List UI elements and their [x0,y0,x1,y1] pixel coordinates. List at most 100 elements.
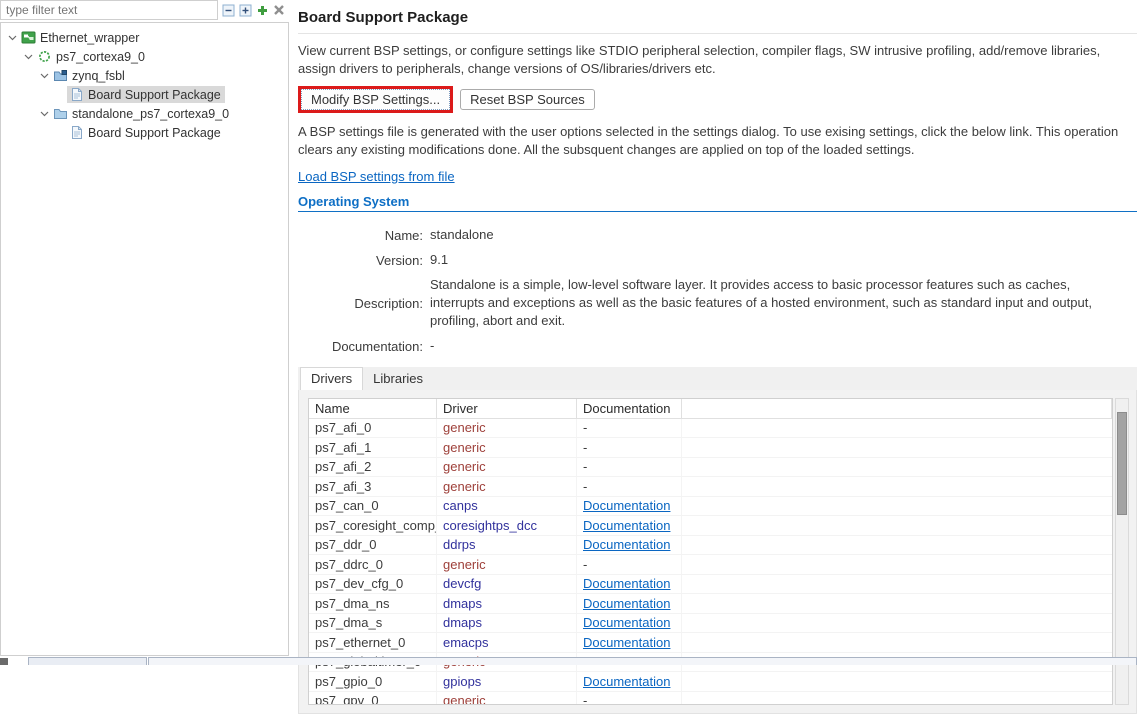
collapse-all-icon[interactable] [221,3,235,17]
table-row[interactable]: ps7_dev_cfg_0 devcfg Documentation [309,575,1112,595]
documentation-link[interactable]: - [583,440,587,455]
tree-item-zynq-fsbl[interactable]: zynq_fsbl [1,66,288,85]
cell-driver: dmaps [437,614,577,633]
cell-empty [682,614,1112,633]
operating-system-heading: Operating System [298,194,1137,209]
documentation-link[interactable]: Documentation [583,518,670,533]
documentation-link[interactable]: Documentation [583,576,670,591]
bottom-panel-edge-left[interactable] [28,657,147,665]
cell-peripheral-name: ps7_afi_0 [309,419,437,438]
bottom-bar [0,657,1137,665]
cell-driver: dmaps [437,594,577,613]
driver-link[interactable]: generic [443,479,486,494]
table-row[interactable]: ps7_afi_1 generic - [309,438,1112,458]
chevron-down-icon[interactable] [5,35,19,41]
cell-documentation: Documentation [577,575,682,594]
table-row[interactable]: ps7_ddr_0 ddrps Documentation [309,536,1112,556]
tree-item-label: Board Support Package [88,126,221,140]
documentation-link[interactable]: - [583,693,587,705]
chevron-down-icon[interactable] [37,111,51,117]
driver-link[interactable]: generic [443,557,486,572]
cell-driver: ddrps [437,536,577,555]
field-value: - [430,337,1137,355]
tree-item-board-support-package-fsbl[interactable]: Board Support Package [1,85,288,104]
table-row[interactable]: ps7_can_0 canps Documentation [309,497,1112,517]
documentation-link[interactable]: - [583,420,587,435]
driver-link[interactable]: canps [443,498,478,513]
column-header-name[interactable]: Name [309,399,437,419]
reset-bsp-sources-button[interactable]: Reset BSP Sources [460,89,595,110]
tree-item-ethernet-wrapper[interactable]: Ethernet_wrapper [1,28,288,47]
documentation-link[interactable]: Documentation [583,635,670,650]
driver-link[interactable]: dmaps [443,615,482,630]
bottom-bar-handle[interactable] [0,658,8,665]
modify-bsp-settings-button[interactable]: Modify BSP Settings... [301,89,450,110]
table-row[interactable]: ps7_gpio_0 gpiops Documentation [309,672,1112,692]
bottom-panel-edge-right[interactable] [148,657,1137,665]
filter-input[interactable] [0,0,218,20]
cell-peripheral-name: ps7_afi_3 [309,477,437,496]
tab-strip: Drivers Libraries [298,367,1137,390]
filter-toolbar-icons [218,3,289,17]
page-title: Board Support Package [298,9,1137,26]
driver-link[interactable]: ddrps [443,537,476,552]
tab-libraries[interactable]: Libraries [363,368,433,390]
documentation-link[interactable]: - [583,557,587,572]
cell-driver: emacps [437,633,577,652]
cell-peripheral-name: ps7_ethernet_0 [309,633,437,652]
documentation-link[interactable]: Documentation [583,537,670,552]
driver-link[interactable]: gpiops [443,674,481,689]
cell-driver: generic [437,477,577,496]
documentation-link[interactable]: Documentation [583,596,670,611]
driver-link[interactable]: generic [443,693,486,705]
cell-driver: generic [437,555,577,574]
driver-link[interactable]: dmaps [443,596,482,611]
table-row[interactable]: ps7_gpv_0 generic - [309,692,1112,706]
driver-link[interactable]: generic [443,440,486,455]
column-header-driver[interactable]: Driver [437,399,577,419]
cell-empty [682,536,1112,555]
table-row[interactable]: ps7_afi_0 generic - [309,419,1112,439]
close-icon[interactable] [272,3,286,17]
column-header-documentation[interactable]: Documentation [577,399,682,419]
expand-all-icon[interactable] [238,3,252,17]
cell-peripheral-name: ps7_can_0 [309,497,437,516]
tree-item-label: ps7_cortexa9_0 [56,50,145,64]
cell-documentation: - [577,438,682,457]
table-row[interactable]: ps7_dma_s dmaps Documentation [309,614,1112,634]
tree-item-standalone-ps7-cortexa9-0[interactable]: standalone_ps7_cortexa9_0 [1,104,288,123]
table-row[interactable]: ps7_dma_ns dmaps Documentation [309,594,1112,614]
chevron-down-icon[interactable] [21,54,35,60]
documentation-link[interactable]: Documentation [583,674,670,689]
tab-drivers[interactable]: Drivers [300,367,363,390]
table-scrollbar-thumb[interactable] [1117,412,1127,515]
driver-link[interactable]: coresightps_dcc [443,518,537,533]
table-row[interactable]: ps7_ethernet_0 emacps Documentation [309,633,1112,653]
folder-icon [53,106,68,121]
driver-link[interactable]: generic [443,420,486,435]
documentation-link[interactable]: Documentation [583,615,670,630]
table-row[interactable]: ps7_ddrc_0 generic - [309,555,1112,575]
table-row[interactable]: ps7_afi_3 generic - [309,477,1112,497]
documentation-link[interactable]: - [583,479,587,494]
documentation-link[interactable]: Documentation [583,498,670,513]
cell-empty [682,575,1112,594]
table-row[interactable]: ps7_coresight_comp_0 coresightps_dcc Doc… [309,516,1112,536]
add-icon[interactable] [255,3,269,17]
driver-link[interactable]: devcfg [443,576,481,591]
documentation-link[interactable]: - [583,459,587,474]
chevron-down-icon[interactable] [37,73,51,79]
cell-empty [682,458,1112,477]
cell-documentation: - [577,458,682,477]
cell-peripheral-name: ps7_dma_s [309,614,437,633]
table-row[interactable]: ps7_afi_2 generic - [309,458,1112,478]
project-explorer-panel: Ethernet_wrapper ps7_cortexa9_0 [0,0,289,656]
tree-item-board-support-package-standalone[interactable]: Board Support Package [1,123,288,142]
tree-item-ps7-cortexa9-0[interactable]: ps7_cortexa9_0 [1,47,288,66]
load-bsp-settings-link[interactable]: Load BSP settings from file [298,169,455,184]
driver-link[interactable]: emacps [443,635,489,650]
cell-documentation: - [577,419,682,438]
cell-driver: generic [437,692,577,706]
driver-link[interactable]: generic [443,459,486,474]
cell-peripheral-name: ps7_coresight_comp_0 [309,516,437,535]
